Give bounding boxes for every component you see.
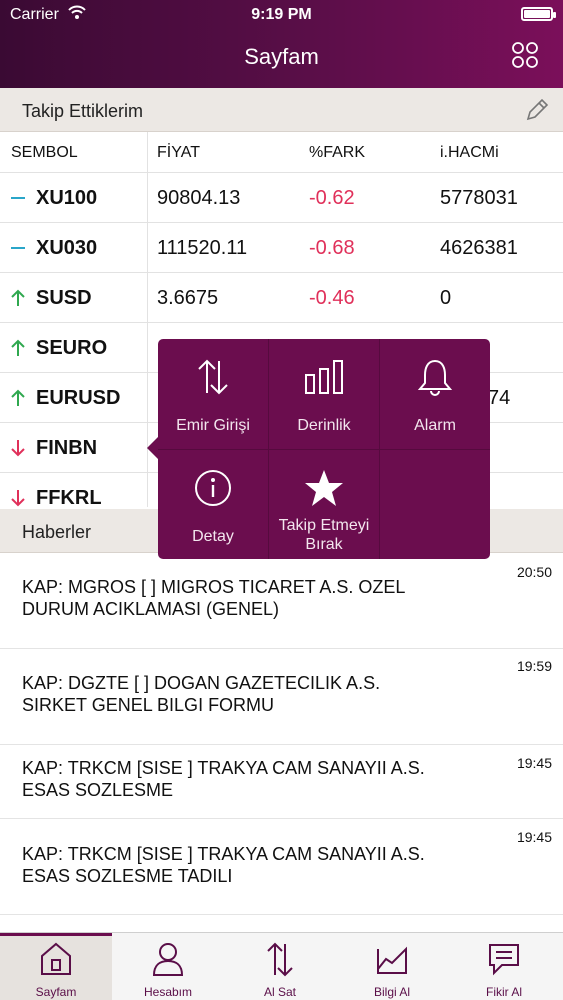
volume: 0 (440, 287, 452, 309)
percent-change: -0.68 (309, 237, 355, 259)
popup-pointer (147, 437, 158, 459)
trend-up-arrow-icon (11, 339, 25, 356)
alarm-button[interactable]: Alarm (380, 339, 490, 449)
popup-item-label: Alarm (414, 417, 456, 434)
symbol: FINBN (36, 437, 98, 459)
message-icon (489, 944, 519, 976)
watchlist-header: Takip Ettiklerim (0, 88, 563, 132)
news-time: 19:59 (516, 658, 552, 674)
popup-item-label: Emir Girişi (176, 417, 250, 434)
tab-hesabim[interactable]: Hesabım (112, 933, 224, 1000)
trend-down-arrow-icon (11, 440, 25, 457)
volume: 4626381 (440, 237, 518, 259)
depth-button[interactable]: Derinlik (269, 339, 379, 449)
news-headline-line: KAP: DGZTE [ ] DOGAN GAZETECILIK A.S. (22, 673, 381, 693)
info-icon (195, 470, 231, 506)
table-row[interactable]: SUSD 3.6675 -0.46 0 (0, 272, 563, 322)
volume: 5778031 (440, 187, 518, 209)
price: 111520.11 (157, 237, 248, 259)
page-title: Sayfam (244, 44, 319, 69)
trend-down-arrow-icon (11, 490, 25, 507)
home-icon (41, 942, 71, 975)
news-item[interactable]: 20:50 KAP: MGROS [ ] MIGROS TICARET A.S.… (0, 553, 563, 649)
star-icon (305, 470, 343, 506)
user-icon (152, 943, 184, 976)
symbol: EURUSD (36, 387, 121, 409)
news-time: 20:50 (516, 564, 552, 580)
unfollow-button[interactable]: Takip Etmeyi Bırak (269, 450, 379, 560)
tab-fikir-al[interactable]: Fikir Al (448, 933, 560, 1000)
symbol: SEURO (36, 337, 108, 359)
tab-label: Al Sat (263, 985, 296, 999)
edit-pencil-icon[interactable] (523, 96, 551, 124)
column-header-price: FİYAT (157, 144, 200, 161)
bell-icon (417, 359, 453, 396)
menu-grid-icon[interactable] (511, 41, 539, 69)
column-header-diff: %FARK (309, 144, 366, 161)
app-header: Carrier 9:19 PM Sayfam (0, 0, 563, 88)
tab-bar: Sayfam Hesabım Al Sat Bilgi Al Fikir Al (0, 932, 563, 1000)
detail-button[interactable]: Detay (158, 450, 268, 560)
percent-change: -0.62 (309, 187, 355, 209)
clock: 9:19 PM (251, 6, 312, 23)
column-header-symbol: SEMBOL (11, 144, 78, 161)
buy-sell-icon (267, 942, 293, 977)
price: 3.6675 (157, 287, 219, 309)
trend-flat-icon (11, 197, 25, 199)
popup-item-label: Takip Etmeyi Bırak (269, 516, 379, 554)
symbol: FFKRL (36, 487, 102, 507)
tab-sayfam[interactable]: Sayfam (0, 933, 112, 1000)
tab-label: Sayfam (35, 985, 77, 999)
news-headline-line: KAP: TRKCM [SISE ] TRAKYA CAM SANAYII A.… (22, 758, 425, 778)
news-item[interactable]: 19:59 KAP: DGZTE [ ] DOGAN GAZETECILIK A… (0, 649, 563, 745)
symbol: XU100 (36, 187, 98, 209)
watchlist-title: Takip Ettiklerim (22, 101, 144, 121)
tab-label: Fikir Al (486, 985, 522, 999)
news-headline-line: DURUM ACIKLAMASI (GENEL) (22, 599, 280, 619)
order-entry-icon (198, 359, 228, 395)
price: 90804.13 (157, 187, 241, 209)
column-header-volume: i.HACMi (440, 144, 499, 161)
tab-al-sat[interactable]: Al Sat (224, 933, 336, 1000)
news-item[interactable]: 19:45 KAP: TRKCM [SISE ] TRAKYA CAM SANA… (0, 819, 563, 915)
popup-item-label-line: Takip Etmeyi (278, 517, 370, 534)
news-headline-line: SIRKET GENEL BILGI FORMU (22, 695, 275, 715)
symbol: XU030 (36, 237, 98, 259)
trend-up-arrow-icon (11, 389, 25, 406)
popup-item-label: Derinlik (297, 417, 351, 434)
news-headline: KAP: DGZTE [ ] DOGAN GAZETECILIK A.S. SI… (22, 672, 502, 716)
news-headline-line: KAP: TRKCM [SISE ] TRAKYA CAM SANAYII A.… (22, 844, 425, 864)
news-headline: KAP: MGROS [ ] MIGROS TICARET A.S. OZEL … (22, 576, 502, 620)
popup-item-label: Detay (192, 528, 234, 545)
news-item[interactable]: 19:45 KAP: TRKCM [SISE ] TRAKYA CAM SANA… (0, 745, 563, 819)
news-headline: KAP: TRKCM [SISE ] TRAKYA CAM SANAYII A.… (22, 843, 502, 887)
news-time: 19:45 (516, 755, 552, 771)
table-row[interactable]: XU030 111520.11 -0.68 4626381 (0, 222, 563, 272)
percent-change: -0.46 (309, 287, 355, 309)
table-row[interactable]: XU100 90804.13 -0.62 5778031 (0, 172, 563, 222)
tab-label: Bilgi Al (373, 985, 411, 999)
news-title: Haberler (22, 522, 92, 542)
depth-bars-icon (305, 360, 343, 394)
status-bar: Carrier 9:19 PM (0, 0, 563, 30)
news-headline: KAP: TRKCM [SISE ] TRAKYA CAM SANAYII A.… (22, 757, 502, 801)
symbol: SUSD (36, 287, 92, 309)
popup-item-label-line: Bırak (305, 536, 343, 553)
trend-flat-icon (11, 247, 25, 249)
news-time: 19:45 (516, 829, 552, 845)
chart-icon (377, 946, 407, 974)
volume: 74 (488, 387, 511, 409)
news-headline-line: ESAS SOZLESME TADILI (22, 866, 233, 886)
battery-icon (521, 7, 556, 21)
action-popup-menu: Emir Girişi Derinlik Alarm Detay Takip E… (147, 339, 490, 560)
news-headline-line: KAP: MGROS [ ] MIGROS TICARET A.S. OZEL (22, 577, 406, 597)
tab-label: Hesabım (143, 985, 193, 999)
tab-bilgi-al[interactable]: Bilgi Al (336, 933, 448, 1000)
trend-up-arrow-icon (11, 289, 25, 306)
order-entry-button[interactable]: Emir Girişi (158, 339, 268, 449)
news-headline-line: ESAS SOZLESME (22, 780, 174, 800)
